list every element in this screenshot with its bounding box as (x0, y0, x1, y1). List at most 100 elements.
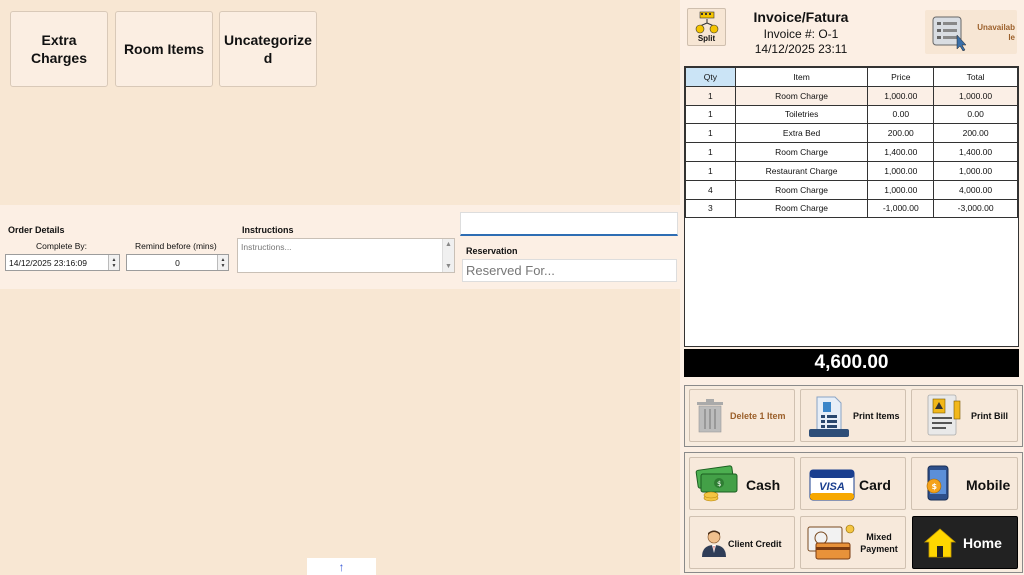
cell-total: 1,000.00 (933, 85, 1018, 106)
home-label: Home (963, 535, 1002, 551)
complete-by-value: 14/12/2025 23:16:09 (9, 257, 87, 268)
mobile-label: Mobile (966, 477, 1011, 493)
cash-label: Cash (746, 477, 781, 493)
remind-before-label: Remind before (mins) (135, 241, 217, 251)
cell-total: 1,400.00 (933, 142, 1018, 162)
instructions-input[interactable]: Instructions... ▲ ▼ (237, 238, 455, 273)
cell-total: 4,000.00 (933, 179, 1018, 200)
cell-item: Room Charge (734, 179, 869, 200)
card-label: Card (859, 477, 891, 493)
invoice-total: 4,600.00 (684, 349, 1019, 377)
split-button[interactable]: Split (687, 8, 726, 46)
cell-total: 1,000.00 (933, 160, 1018, 181)
home-button[interactable]: Home (912, 516, 1018, 569)
category-label: Uncategorized (224, 32, 312, 66)
card-button[interactable]: VISA Card (800, 457, 906, 510)
spin-down-icon[interactable]: ▼ (112, 263, 117, 269)
instructions-title: Instructions (242, 225, 294, 235)
delete-item-button[interactable]: Delete 1 Item (689, 389, 795, 442)
cell-qty: 4 (685, 179, 736, 200)
table-row[interactable]: 4 Room Charge 1,000.00 4,000.00 (685, 179, 1018, 200)
column-header-price[interactable]: Price (867, 67, 935, 87)
print-items-button[interactable]: Print Items (800, 389, 906, 442)
remind-spinner[interactable]: ▲ ▼ (217, 255, 228, 270)
reservation-title: Reservation (466, 246, 518, 256)
category-room-items[interactable]: Room Items (115, 11, 213, 87)
scroll-up-button[interactable]: ↑ (307, 558, 376, 575)
print-bill-button[interactable]: Print Bill (911, 389, 1018, 442)
column-header-qty[interactable]: Qty (685, 67, 736, 87)
reservation-search-input[interactable] (460, 212, 678, 236)
mixed-payment-button[interactable]: Mixed Payment (800, 516, 906, 569)
cell-qty: 1 (685, 85, 736, 106)
cell-qty: 3 (685, 198, 736, 219)
mobile-phone-icon: $ (926, 465, 949, 501)
cell-item: Room Charge (734, 85, 869, 106)
cell-price: -1,000.00 (867, 198, 935, 219)
split-icon (695, 11, 719, 34)
cell-total: -3,000.00 (933, 198, 1018, 219)
invoice-date: 14/12/2025 23:11 (754, 42, 848, 56)
scroll-down-arrow-icon[interactable]: ▼ (445, 263, 452, 270)
table-row[interactable]: 3 Room Charge -1,000.00 -3,000.00 (685, 198, 1018, 219)
cell-total: 200.00 (933, 123, 1018, 144)
instructions-scrollbar[interactable]: ▲ ▼ (442, 239, 454, 272)
print-items-icon (809, 396, 849, 437)
svg-text:$: $ (717, 480, 721, 488)
spin-down-icon[interactable]: ▼ (221, 263, 226, 269)
scroll-up-arrow-icon[interactable]: ▲ (445, 241, 452, 248)
cell-item: Restaurant Charge (734, 160, 869, 181)
complete-by-input[interactable]: 14/12/2025 23:16:09 ▲ ▼ (5, 254, 120, 271)
print-bill-label: Print Bill (971, 411, 1009, 421)
column-header-total[interactable]: Total (933, 67, 1018, 87)
table-row[interactable]: 1 Room Charge 1,400.00 1,400.00 (685, 142, 1018, 162)
client-credit-button[interactable]: Client Credit (689, 516, 795, 569)
cell-price: 1,000.00 (867, 160, 935, 181)
print-bill-icon (927, 394, 961, 436)
cell-price: 200.00 (867, 123, 935, 144)
cell-price: 0.00 (867, 104, 935, 125)
visa-card-icon: VISA (809, 469, 855, 501)
cell-item: Room Charge (734, 142, 869, 162)
arrow-up-icon[interactable]: ↑ (339, 560, 345, 574)
category-label: Extra Charges (30, 32, 88, 66)
instructions-placeholder: Instructions... (241, 242, 292, 252)
mixed-payment-icon (807, 524, 855, 560)
reserved-for-placeholder: Reserved For... (466, 263, 555, 278)
category-label: Room Items (123, 41, 205, 57)
cell-item: Toiletries (734, 104, 869, 125)
reserved-for-input[interactable]: Reserved For... (462, 259, 677, 282)
invoice-items-table: Qty Item Price Total 1 Room Charge 1,000.0… (684, 66, 1019, 347)
home-icon (923, 528, 957, 558)
complete-by-spinner[interactable]: ▲ ▼ (108, 255, 119, 270)
category-uncategorized[interactable]: Uncategorized (219, 11, 317, 87)
trash-icon (697, 399, 723, 433)
unavailable-button[interactable]: Unavailable (925, 10, 1017, 54)
client-person-icon (702, 530, 726, 557)
client-credit-label: Client Credit (728, 539, 782, 549)
complete-by-label: Complete By: (36, 241, 88, 251)
table-row[interactable]: 1 Restaurant Charge 1,000.00 1,000.00 (685, 160, 1018, 181)
cell-total: 0.00 (933, 104, 1018, 125)
checklist-icon (932, 16, 967, 51)
delete-item-label: Delete 1 Item (730, 411, 786, 421)
cell-qty: 1 (685, 104, 736, 125)
visa-logo-text: VISA (819, 481, 845, 493)
category-extra-charges[interactable]: Extra Charges (10, 11, 108, 87)
table-row[interactable]: 1 Toiletries 0.00 0.00 (685, 104, 1018, 125)
mobile-button[interactable]: $ Mobile (911, 457, 1018, 510)
split-label: Split (697, 34, 716, 43)
cash-button[interactable]: $ Cash (689, 457, 795, 510)
svg-text:$: $ (932, 482, 938, 491)
cell-item: Extra Bed (734, 123, 869, 144)
order-details-title: Order Details (8, 225, 65, 235)
invoice-title: Invoice/Fatura (753, 9, 849, 25)
table-header-row: Qty Item Price Total (685, 67, 1018, 87)
cell-item: Room Charge (734, 198, 869, 219)
remind-before-value: 0 (175, 257, 180, 268)
table-row[interactable]: 1 Room Charge 1,000.00 1,000.00 (685, 85, 1018, 106)
cash-icon: $ (695, 465, 738, 502)
column-header-item[interactable]: Item (734, 67, 869, 87)
remind-before-input[interactable]: 0 ▲ ▼ (126, 254, 229, 271)
table-row[interactable]: 1 Extra Bed 200.00 200.00 (685, 123, 1018, 144)
